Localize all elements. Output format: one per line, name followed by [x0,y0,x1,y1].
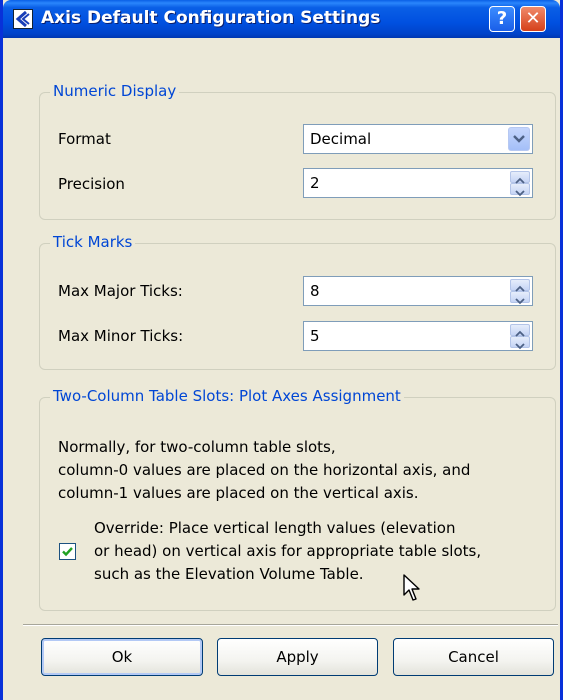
spinner-down-icon[interactable] [510,336,530,350]
precision-spin-buttons[interactable] [510,171,530,197]
spinner-down-icon[interactable] [510,291,530,305]
spinner-up-icon[interactable] [510,324,530,337]
close-button[interactable]: ✕ [520,6,546,32]
format-value: Decimal [310,130,372,148]
table-slots-legend: Two-Column Table Slots: Plot Axes Assign… [50,387,404,405]
format-select[interactable]: Decimal [303,124,533,154]
max-major-ticks-label: Max Major Ticks: [58,282,183,300]
spinner-down-icon[interactable] [510,183,530,197]
description-line-2: column-0 values are placed on the horizo… [58,461,471,479]
numeric-display-group: Numeric Display [39,82,556,220]
minor-spin-buttons[interactable] [510,324,530,350]
max-major-ticks-value: 8 [310,282,320,300]
precision-value: 2 [310,174,320,192]
override-line-3: such as the Elevation Volume Table. [94,565,364,583]
mouse-cursor-icon [403,574,420,601]
max-minor-ticks-value: 5 [310,327,320,345]
override-line-2: or head) on vertical axis for appropriat… [94,542,482,560]
description-line-1: Normally, for two-column table slots, [58,438,336,456]
app-logo-icon [13,9,33,29]
spinner-up-icon[interactable] [510,171,530,184]
ok-button[interactable]: Ok [41,638,203,676]
override-label[interactable]: Override: Place vertical length values (… [94,517,481,586]
precision-label: Precision [58,175,125,193]
dropdown-arrow-icon[interactable] [508,127,530,151]
override-checkbox[interactable] [59,543,76,560]
precision-spinner[interactable]: 2 [303,168,533,198]
apply-button[interactable]: Apply [217,638,378,676]
max-major-ticks-spinner[interactable]: 8 [303,276,533,306]
dialog-window: Axis Default Configuration Settings ? ✕ … [0,0,563,700]
button-separator [23,624,558,626]
numeric-display-legend: Numeric Display [50,82,180,100]
title-bar[interactable]: Axis Default Configuration Settings ? ✕ [3,0,560,38]
help-icon: ? [496,8,508,29]
checkmark-icon [62,547,73,557]
description-line-3: column-1 values are placed on the vertic… [58,484,419,502]
max-minor-ticks-label: Max Minor Ticks: [58,327,184,345]
major-spin-buttons[interactable] [510,279,530,305]
spinner-up-icon[interactable] [510,279,530,292]
format-label: Format [58,130,111,148]
cancel-button[interactable]: Cancel [393,638,554,676]
window-title: Axis Default Configuration Settings [41,8,381,28]
help-button[interactable]: ? [489,6,515,32]
override-line-1: Override: Place vertical length values (… [94,519,456,537]
tick-marks-legend: Tick Marks [50,233,136,251]
close-icon: ✕ [525,8,541,29]
max-minor-ticks-spinner[interactable]: 5 [303,321,533,351]
